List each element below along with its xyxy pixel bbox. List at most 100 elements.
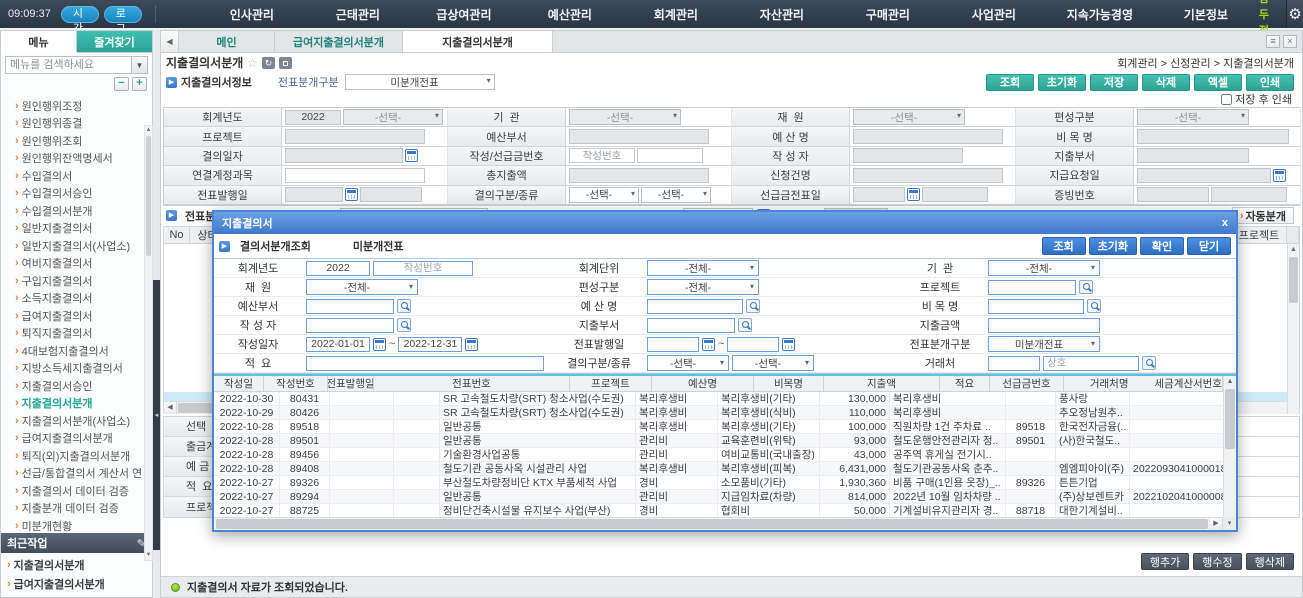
slip-issue-extra-input[interactable]	[360, 187, 422, 202]
calendar-icon[interactable]	[465, 338, 478, 351]
modal-reset-button[interactable]: 초기화	[1089, 237, 1137, 255]
result-table-row[interactable]: 2022-10-30 80431 SR 고속철도차량(SRT) 청소사업(수도권…	[214, 392, 1223, 406]
calendar-icon[interactable]	[1273, 169, 1286, 182]
hscrollbar-thumb[interactable]	[216, 519, 1208, 529]
vscrollbar-thumb[interactable]	[1289, 257, 1298, 303]
topbar-menu-item[interactable]: 사업관리	[941, 6, 1047, 23]
sidebar-tree-item[interactable]: › 지출결의서 데이터 검증	[15, 482, 142, 500]
modal-confirm-button[interactable]: 확인	[1140, 237, 1184, 255]
m-amount-input[interactable]	[988, 318, 1100, 333]
sidebar-tree-item[interactable]: › 급여지출결의서분개	[15, 430, 142, 448]
scroll-up-icon[interactable]: ▲	[145, 126, 152, 135]
result-table-row[interactable]: 2022-10-29 80426 SR 고속철도차량(SRT) 청소사업(수도권…	[214, 406, 1223, 420]
refresh-icon[interactable]: ↻	[262, 57, 275, 69]
agency-select[interactable]: -선택-	[569, 109, 681, 125]
m-vendor-code-input[interactable]	[988, 356, 1040, 371]
sidebar-tree-item[interactable]: › 수입결의서분개	[15, 202, 142, 220]
sidebar-tree-item[interactable]: › 구입지출결의서	[15, 272, 142, 290]
recent-task-item[interactable]: › 지출결의서분개	[1, 555, 152, 574]
project-input[interactable]	[285, 129, 425, 144]
m-writer-input[interactable]	[306, 318, 394, 333]
close-icon[interactable]: x	[1222, 217, 1228, 229]
decision-type-select[interactable]: -선택-	[641, 187, 711, 203]
search-lookup-icon[interactable]	[1079, 280, 1093, 294]
search-button[interactable]: 조회	[986, 74, 1034, 91]
auto-journal-button[interactable]: › 자동분개	[1232, 207, 1294, 224]
result-column-header[interactable]: 프로젝트	[570, 376, 652, 391]
search-lookup-icon[interactable]	[746, 299, 760, 313]
print-after-save-checkbox[interactable]	[1221, 94, 1232, 105]
request-title-input[interactable]	[853, 168, 1003, 183]
result-column-header[interactable]: 작성번호	[264, 376, 328, 391]
m-slip-date-to[interactable]	[727, 337, 779, 352]
sidebar-tree-item[interactable]: › 소득지출결의서	[15, 290, 142, 308]
write-no-input[interactable]	[569, 148, 635, 163]
sidebar-tab-favorites[interactable]: 즐겨찾기	[77, 31, 152, 53]
tab-expense-journal-active[interactable]: 지출결의서분개	[403, 31, 553, 52]
modal-search-button[interactable]: 조회	[1042, 237, 1086, 255]
slip-issue-date-input[interactable]	[285, 187, 343, 202]
sidebar-tree-item[interactable]: › 원인행위조정	[15, 97, 142, 115]
result-column-header[interactable]: 거래처명	[1064, 376, 1154, 391]
sidebar-tree-item[interactable]: › 지출결의서승인	[15, 377, 142, 395]
evidence-no-input[interactable]	[1137, 187, 1209, 202]
result-table-row[interactable]: 2022-10-28 89408 철도기관 공동사옥 시설관리 사업 복리후생비…	[214, 462, 1223, 476]
m-acct-unit-select[interactable]: -전체-	[647, 260, 759, 276]
m-spend-dept-input[interactable]	[647, 318, 735, 333]
result-table-row[interactable]: 2022-10-27 88725 정비단건축시설물 유지보수 사업(부산) 경비…	[214, 504, 1223, 518]
excel-button[interactable]: 액셀	[1194, 74, 1242, 91]
sidebar-tree-item[interactable]: › 일반지출결의서(사업소)	[15, 237, 142, 255]
sidebar-tree-item[interactable]: › 원인행위조회	[15, 132, 142, 150]
result-column-header[interactable]: 예산명	[652, 376, 754, 391]
linked-account-input[interactable]	[285, 168, 425, 183]
result-table-row[interactable]: 2022-10-28 89501 일반공통 관리비 교육훈련비(위탁) 93,0…	[214, 434, 1223, 448]
extend-time-button[interactable]: 시간연장	[61, 6, 99, 23]
m-decision-kind-select[interactable]: -선택-	[647, 355, 729, 371]
calendar-icon[interactable]	[907, 188, 920, 201]
sidebar-tree-item[interactable]: › 급여지출결의서	[15, 307, 142, 325]
edit-row-button[interactable]: 행수정	[1193, 553, 1241, 570]
search-lookup-icon[interactable]	[1142, 356, 1156, 370]
m-item-name-input[interactable]	[988, 299, 1084, 314]
search-dropdown-button[interactable]: ▼	[131, 57, 147, 73]
calendar-icon[interactable]	[373, 338, 386, 351]
sidebar-tree-item[interactable]: › 퇴직(외)지출결의서분개	[15, 447, 142, 465]
result-column-header[interactable]: 전표번호	[374, 376, 570, 391]
m-write-no-input[interactable]	[373, 261, 473, 276]
scroll-up-icon[interactable]: ▲	[1288, 244, 1299, 256]
topbar-menu-item[interactable]: 급상여관리	[411, 6, 517, 23]
result-column-header[interactable]: 세금계산서번호	[1154, 376, 1223, 391]
journal-type-select[interactable]: 미분개전표	[345, 74, 495, 90]
sidebar-tree-item[interactable]: › 지출분개 데이터 검증	[15, 500, 142, 518]
search-lookup-icon[interactable]	[397, 318, 411, 332]
settings-button[interactable]: ⚙	[1286, 0, 1303, 28]
calendar-icon[interactable]	[782, 338, 795, 351]
collapse-all-button[interactable]: −	[114, 77, 129, 91]
modal-vscrollbar[interactable]: ▲	[1223, 376, 1236, 517]
splitter-handle[interactable]: ◂	[153, 280, 160, 550]
result-column-header[interactable]: 지출액	[824, 376, 940, 391]
sidebar-splitter[interactable]: ◂	[153, 30, 160, 598]
advance-no-input[interactable]	[637, 148, 703, 163]
column-no[interactable]: No	[164, 227, 190, 243]
result-table-row[interactable]: 2022-10-28 89456 기술환경사업공통 관리비 여비교통비(국내출장…	[214, 448, 1223, 462]
m-write-date-from[interactable]	[306, 337, 370, 352]
m-fiscal-year-input[interactable]	[306, 261, 370, 276]
tab-list-icon[interactable]: ≡	[1266, 35, 1280, 48]
total-amount-input[interactable]	[569, 168, 709, 183]
m-journal-type-select[interactable]: 미분개전표	[988, 336, 1100, 352]
writer-input[interactable]	[853, 148, 963, 163]
result-column-header[interactable]: 선급금번호	[990, 376, 1064, 391]
m-write-date-to[interactable]	[398, 337, 462, 352]
calendar-icon[interactable]	[702, 338, 715, 351]
fiscal-year-select[interactable]: -선택-	[343, 109, 443, 125]
sidebar-tree-item[interactable]: › 일반지출결의서	[15, 220, 142, 238]
popup-window-icon[interactable]	[279, 57, 292, 69]
topbar-menu-item[interactable]: 근태관리	[305, 6, 411, 23]
sidebar-tree-item[interactable]: › 4대보험지출결의서	[15, 342, 142, 360]
m-note-input[interactable]	[306, 356, 544, 371]
budget-name-input[interactable]	[853, 129, 1003, 144]
calendar-icon[interactable]	[345, 188, 358, 201]
sidebar-tree-item[interactable]: › 지방소득세지출결의서	[15, 360, 142, 378]
m-fund-select[interactable]: -전체-	[306, 279, 418, 295]
